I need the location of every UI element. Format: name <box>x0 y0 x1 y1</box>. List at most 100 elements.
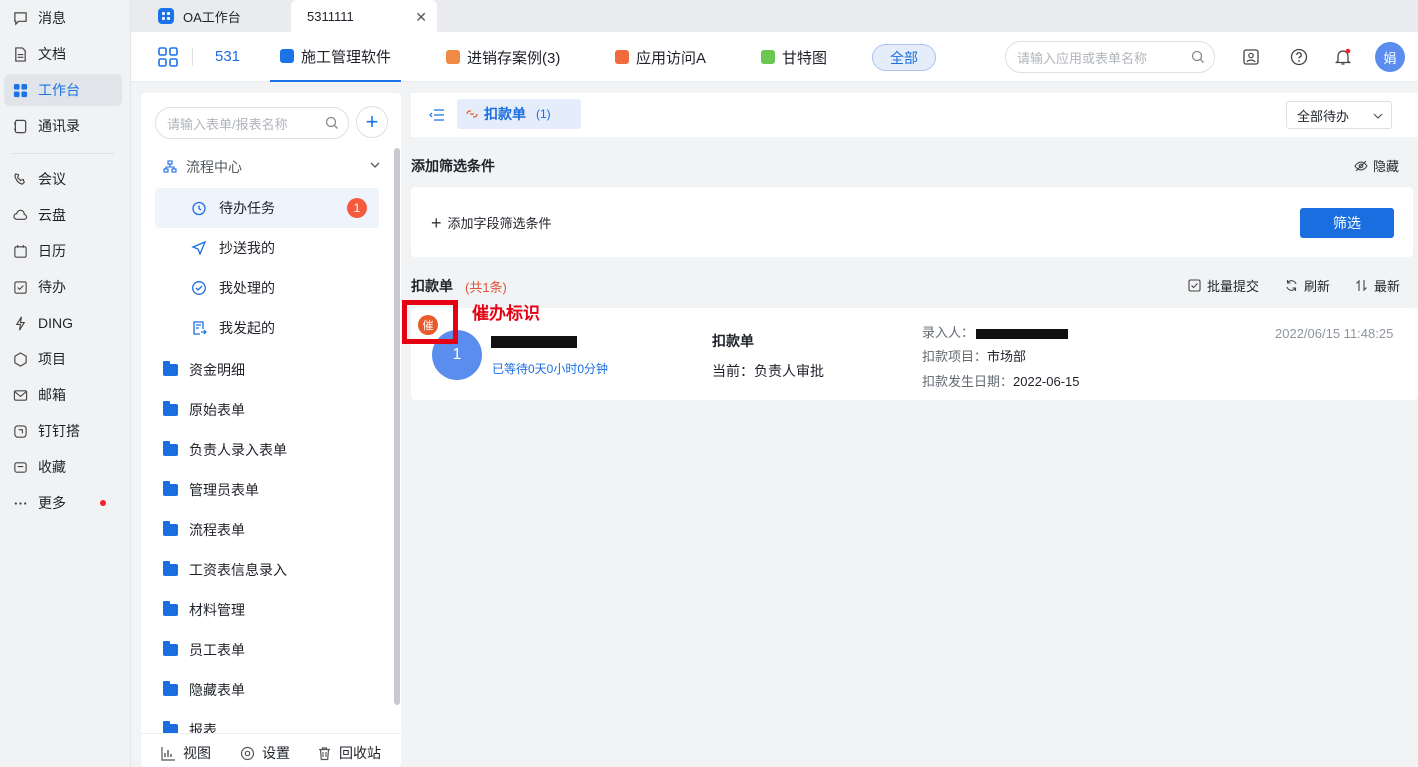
folder-item[interactable]: 原始表单 <box>163 390 245 430</box>
chevron-down-icon <box>1373 113 1383 119</box>
hide-label: 隐藏 <box>1373 159 1400 174</box>
folder-item[interactable]: 负责人录入表单 <box>163 430 287 470</box>
add-field-filter-button[interactable]: + 添加字段筛选条件 <box>431 213 552 232</box>
sort-latest-button[interactable]: 最新 <box>1355 276 1400 295</box>
rail-item-messages[interactable]: 消息 <box>4 2 122 34</box>
folder-item[interactable]: 资金明细 <box>163 350 245 390</box>
rail-item-todo[interactable]: 待办 <box>4 271 122 303</box>
rail-item-cloud[interactable]: 云盘 <box>4 199 122 231</box>
pending-filter-select[interactable]: 全部待办 <box>1286 101 1392 129</box>
collapse-menu-icon[interactable] <box>429 107 445 123</box>
card-field-entrant: 录入人： <box>922 322 1069 341</box>
app-tab-gantt[interactable]: 甘特图 <box>761 32 827 82</box>
rail-item-favorite[interactable]: 收藏 <box>4 451 122 483</box>
rail-item-builder[interactable]: 钉钉搭 <box>4 415 122 447</box>
sidebar-item-initiated[interactable]: 我发起的 <box>155 308 379 348</box>
sidebar-item-cc-me[interactable]: 抄送我的 <box>155 228 379 268</box>
form-tab-deduction[interactable]: 扣款单 (1) <box>457 99 581 129</box>
checkbox-icon <box>1188 279 1201 292</box>
builder-icon <box>12 423 28 439</box>
app-tab-icon <box>761 50 775 64</box>
app-grid-icon[interactable] <box>158 47 178 70</box>
folder-item[interactable]: 工资表信息录入 <box>163 550 287 590</box>
folder-label: 工资表信息录入 <box>189 562 287 578</box>
contact-card-icon[interactable] <box>1240 46 1262 68</box>
app-tab-inventory[interactable]: 进销存案例(3) <box>446 32 560 82</box>
sidebar-item-label: 待办任务 <box>219 200 275 216</box>
folder-icon <box>163 641 178 656</box>
batch-submit-button[interactable]: 批量提交 <box>1188 276 1259 295</box>
tab-oa-workbench[interactable]: OA工作台 <box>158 0 276 32</box>
view-label: 视图 <box>183 745 211 761</box>
rail-item-label: 邮箱 <box>38 387 66 403</box>
eye-off-icon <box>1354 160 1368 171</box>
settings-label: 设置 <box>262 745 290 761</box>
folder-item[interactable]: 管理员表单 <box>163 470 259 510</box>
rail-item-more[interactable]: 更多 <box>4 487 122 519</box>
form-link-icon <box>466 110 478 118</box>
mail-icon <box>12 387 28 403</box>
process-center-group[interactable]: 流程中心 <box>163 155 381 179</box>
rail-item-ding[interactable]: DING <box>4 307 122 339</box>
left-rail: 消息 文档 工作台 通讯录 会议 云盘 日历 待办 DING 项目 邮箱 钉钉搭… <box>0 0 131 767</box>
rail-item-mail[interactable]: 邮箱 <box>4 379 122 411</box>
search-placeholder: 请输入应用或表单名称 <box>1017 50 1148 66</box>
pending-count-badge: 1 <box>347 198 367 218</box>
rail-item-label: 日历 <box>38 243 66 259</box>
rail-item-label: DING <box>38 315 73 331</box>
apply-filter-button[interactable]: 筛选 <box>1300 208 1394 238</box>
sidebar-scrollbar[interactable] <box>394 148 400 705</box>
app-header: 531 施工管理软件 进销存案例(3) 应用访问A 甘特图 全部 请输入应用或表… <box>131 32 1418 82</box>
cloud-icon <box>12 207 28 223</box>
close-icon[interactable]: ✕ <box>415 9 427 26</box>
app-tab-construction[interactable]: 施工管理软件 <box>270 32 402 82</box>
rail-item-workbench[interactable]: 工作台 <box>4 74 122 106</box>
group-label: 流程中心 <box>186 159 242 175</box>
rail-item-meeting[interactable]: 会议 <box>4 163 122 195</box>
folder-icon <box>163 681 178 696</box>
rail-item-calendar[interactable]: 日历 <box>4 235 122 267</box>
folder-item[interactable]: 材料管理 <box>163 590 245 630</box>
sort-icon <box>1356 279 1367 292</box>
folder-icon <box>163 601 178 616</box>
folder-item[interactable]: 流程表单 <box>163 510 245 550</box>
tab-5311111[interactable]: 5311111 ✕ <box>291 0 437 32</box>
card-field-project: 扣款项目：市场部 <box>922 346 1026 365</box>
folder-icon <box>163 481 178 496</box>
folder-label: 流程表单 <box>189 522 245 538</box>
bar-chart-icon <box>161 746 175 761</box>
form-search-input[interactable]: 请输入表单/报表名称 <box>155 107 349 139</box>
app-tab-icon <box>280 49 294 63</box>
org-chart-icon <box>163 160 177 173</box>
rail-item-label: 消息 <box>38 10 66 26</box>
app-tab-access[interactable]: 应用访问A <box>615 32 706 82</box>
add-form-button[interactable]: + <box>356 106 388 138</box>
card-timestamp: 2022/06/15 11:48:25 <box>1275 326 1394 341</box>
user-avatar[interactable]: 娟 <box>1375 42 1405 72</box>
folder-icon <box>163 521 178 536</box>
app-search-input[interactable]: 请输入应用或表单名称 <box>1005 41 1215 73</box>
document-icon <box>12 46 28 62</box>
project-icon <box>12 351 28 367</box>
sidebar-item-handled[interactable]: 我处理的 <box>155 268 379 308</box>
recycle-bin-button[interactable]: 回收站 <box>317 743 381 763</box>
field-value: 2022-06-15 <box>1013 374 1080 389</box>
task-card[interactable] <box>411 308 1418 400</box>
view-button[interactable]: 视图 <box>161 743 211 763</box>
bell-icon[interactable] <box>1332 46 1354 68</box>
rail-item-label: 通讯录 <box>38 118 80 134</box>
app-name[interactable]: 531 <box>215 48 240 65</box>
settings-button[interactable]: 设置 <box>240 743 290 763</box>
rail-item-docs[interactable]: 文档 <box>4 38 122 70</box>
sidebar-item-pending-tasks[interactable]: 待办任务 1 <box>155 188 379 228</box>
hide-filter-button[interactable]: 隐藏 <box>1354 156 1399 175</box>
help-icon[interactable] <box>1288 46 1310 68</box>
search-icon <box>1191 50 1204 63</box>
folder-item[interactable]: 员工表单 <box>163 630 245 670</box>
rail-item-contacts[interactable]: 通讯录 <box>4 110 122 142</box>
rail-item-project[interactable]: 项目 <box>4 343 122 375</box>
refresh-button[interactable]: 刷新 <box>1285 276 1330 295</box>
all-apps-button[interactable]: 全部 <box>872 44 936 71</box>
rail-item-label: 收藏 <box>38 459 66 475</box>
folder-item[interactable]: 隐藏表单 <box>163 670 245 710</box>
